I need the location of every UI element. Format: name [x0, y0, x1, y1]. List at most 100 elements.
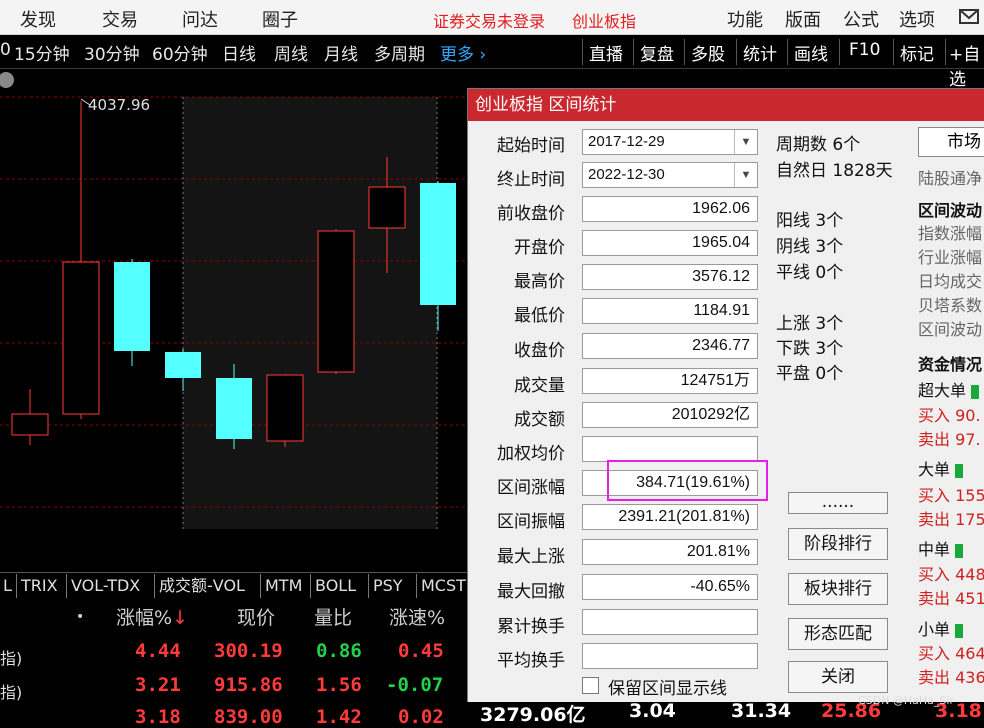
btn-add-watchlist[interactable]: +自选: [949, 40, 984, 90]
high-price-label: 4037.96: [88, 96, 151, 114]
row2-name[interactable]: 指): [0, 679, 22, 703]
close-field: 2346.77: [582, 333, 758, 359]
row3-price: 839.00: [214, 706, 283, 728]
label-close: 收盘价: [514, 341, 565, 361]
sector-rank-button[interactable]: 板块排行: [788, 573, 888, 605]
menu-circle[interactable]: 圈子: [262, 6, 298, 32]
amount-field: 2010292亿: [582, 402, 758, 428]
fund-section-title: 资金情况: [918, 355, 983, 374]
menu-discover[interactable]: 发现: [20, 6, 56, 32]
btn-mark[interactable]: 标记: [900, 40, 934, 65]
hk-connect-flow: 陆股通净: [918, 169, 983, 188]
menu-bar: 发现 交易 问达 圈子 证券交易未登录 创业板指 功能 版面 公式 选项: [0, 0, 984, 35]
start-date-select[interactable]: 2017-12-29 ▼: [582, 129, 758, 155]
label-amount: 成交额: [514, 410, 565, 430]
chevron-down-icon: ▼: [734, 130, 757, 154]
stage-rank-button[interactable]: 阶段排行: [788, 528, 888, 560]
dialog-title[interactable]: 创业板指 区间统计: [468, 89, 984, 121]
label-low: 最低价: [514, 306, 565, 326]
strip-amount: 3279.06亿: [480, 704, 586, 726]
watermark: CSDN @HaHa_Sir: [858, 694, 954, 707]
large-sell: 卖出 175: [918, 510, 984, 529]
range-statistics-dialog: 创业板指 区间统计 起始时间 2017-12-29 ▼ 终止时间 2022-12-…: [467, 88, 984, 704]
menu-trade[interactable]: 交易: [102, 6, 138, 32]
tab-boll[interactable]: BOLL: [310, 574, 360, 598]
menu-ask[interactable]: 问达: [182, 6, 218, 32]
menu-layout[interactable]: 版面: [785, 6, 821, 32]
candle-1: [11, 389, 49, 445]
col-price[interactable]: 现价: [237, 603, 275, 630]
period-day[interactable]: 日线: [222, 40, 256, 65]
col-change[interactable]: 涨幅%↓: [116, 603, 188, 630]
btn-replay[interactable]: 复盘: [640, 40, 674, 65]
period-15min[interactable]: 15分钟: [14, 40, 70, 65]
tab-amount-vol[interactable]: 成交额-VOL: [154, 574, 249, 598]
period-week[interactable]: 周线: [274, 40, 308, 65]
period-month[interactable]: 月线: [324, 40, 358, 65]
btn-statistics[interactable]: 统计: [743, 40, 777, 65]
tab-mcst[interactable]: MCST: [416, 574, 470, 598]
candle-3: [114, 259, 150, 366]
tab-vol-tdx[interactable]: VOL-TDX: [66, 574, 144, 598]
low-field: 1184.91: [582, 298, 758, 324]
row2-price: 915.86: [214, 674, 283, 696]
cum-turnover-field: [582, 609, 758, 635]
current-index-name: 创业板指: [572, 12, 637, 31]
wave-section-title: 区间波动: [918, 201, 983, 220]
chevron-down-icon: ▼: [734, 163, 757, 187]
candlestick-chart[interactable]: 4037.96: [0, 69, 470, 549]
more-button[interactable]: ......: [788, 492, 888, 514]
btn-multi-stock[interactable]: 多股: [691, 40, 725, 65]
menu-options[interactable]: 选项: [899, 6, 935, 32]
label-cum-turnover: 累计换手: [497, 617, 565, 637]
period-30min[interactable]: 30分钟: [84, 40, 140, 65]
market-button[interactable]: 市场: [918, 127, 984, 157]
btn-draw-line[interactable]: 画线: [794, 40, 828, 65]
col-speed[interactable]: 涨速%: [389, 603, 445, 630]
strip-value-2: 31.34: [731, 700, 792, 722]
trade-login-status[interactable]: 证券交易未登录: [433, 8, 545, 32]
medium-sell: 卖出 451: [918, 589, 984, 608]
high-field: 3576.12: [582, 264, 758, 290]
large-order: 大单: [918, 456, 964, 480]
period-toolbar: 0 15分钟 30分钟 60分钟 日线 周线 月线 多周期 更多 › 直播 复盘…: [0, 35, 984, 90]
period-count: 周期数 6个: [776, 135, 861, 155]
keep-range-line-checkbox[interactable]: [582, 677, 599, 694]
small-buy: 买入 464: [918, 644, 984, 663]
label-prev-close: 前收盘价: [497, 204, 565, 224]
menu-function[interactable]: 功能: [727, 6, 763, 32]
label-start: 起始时间: [497, 136, 565, 156]
end-date-select[interactable]: 2022-12-30 ▼: [582, 162, 758, 188]
close-button[interactable]: 关闭: [788, 661, 888, 693]
pattern-match-button[interactable]: 形态匹配: [788, 618, 888, 650]
label-end: 终止时间: [497, 170, 565, 190]
period-60min[interactable]: 60分钟: [152, 40, 208, 65]
selected-range-shade: [183, 97, 437, 529]
weighted-avg-field: [582, 436, 758, 462]
label-volume: 成交量: [514, 376, 565, 396]
btn-f10[interactable]: F10: [849, 40, 880, 60]
menu-formula[interactable]: 公式: [843, 6, 879, 32]
label-avg-turnover: 平均换手: [497, 651, 565, 671]
mail-icon[interactable]: [958, 8, 982, 30]
wave-item-industry-change: 行业涨幅: [918, 248, 983, 267]
col-dot: •: [76, 609, 85, 625]
label-range-change: 区间涨幅: [497, 478, 565, 498]
small-sell: 卖出 436: [918, 668, 984, 687]
period-more[interactable]: 更多 ›: [440, 40, 486, 65]
period-multi[interactable]: 多周期: [374, 40, 425, 65]
row1-name[interactable]: 指): [0, 645, 22, 669]
wave-item-beta: 贝塔系数: [918, 296, 983, 315]
prev-close-field: 1962.06: [582, 196, 758, 222]
btn-live[interactable]: 直播: [589, 40, 623, 65]
tab-trix[interactable]: TRIX: [16, 574, 62, 598]
kline-svg: [0, 72, 470, 529]
keep-range-line-label[interactable]: 保留区间显示线: [608, 674, 727, 699]
tab-mtm[interactable]: MTM: [260, 574, 306, 598]
row1-ratio: 0.86: [316, 640, 362, 662]
tab-indicator-partial[interactable]: L: [0, 574, 16, 598]
down-count: 下跌 3个: [776, 339, 844, 359]
col-vol-ratio[interactable]: 量比: [314, 603, 352, 630]
period-partial[interactable]: 0: [0, 40, 11, 60]
tab-psy[interactable]: PSY: [368, 574, 407, 598]
